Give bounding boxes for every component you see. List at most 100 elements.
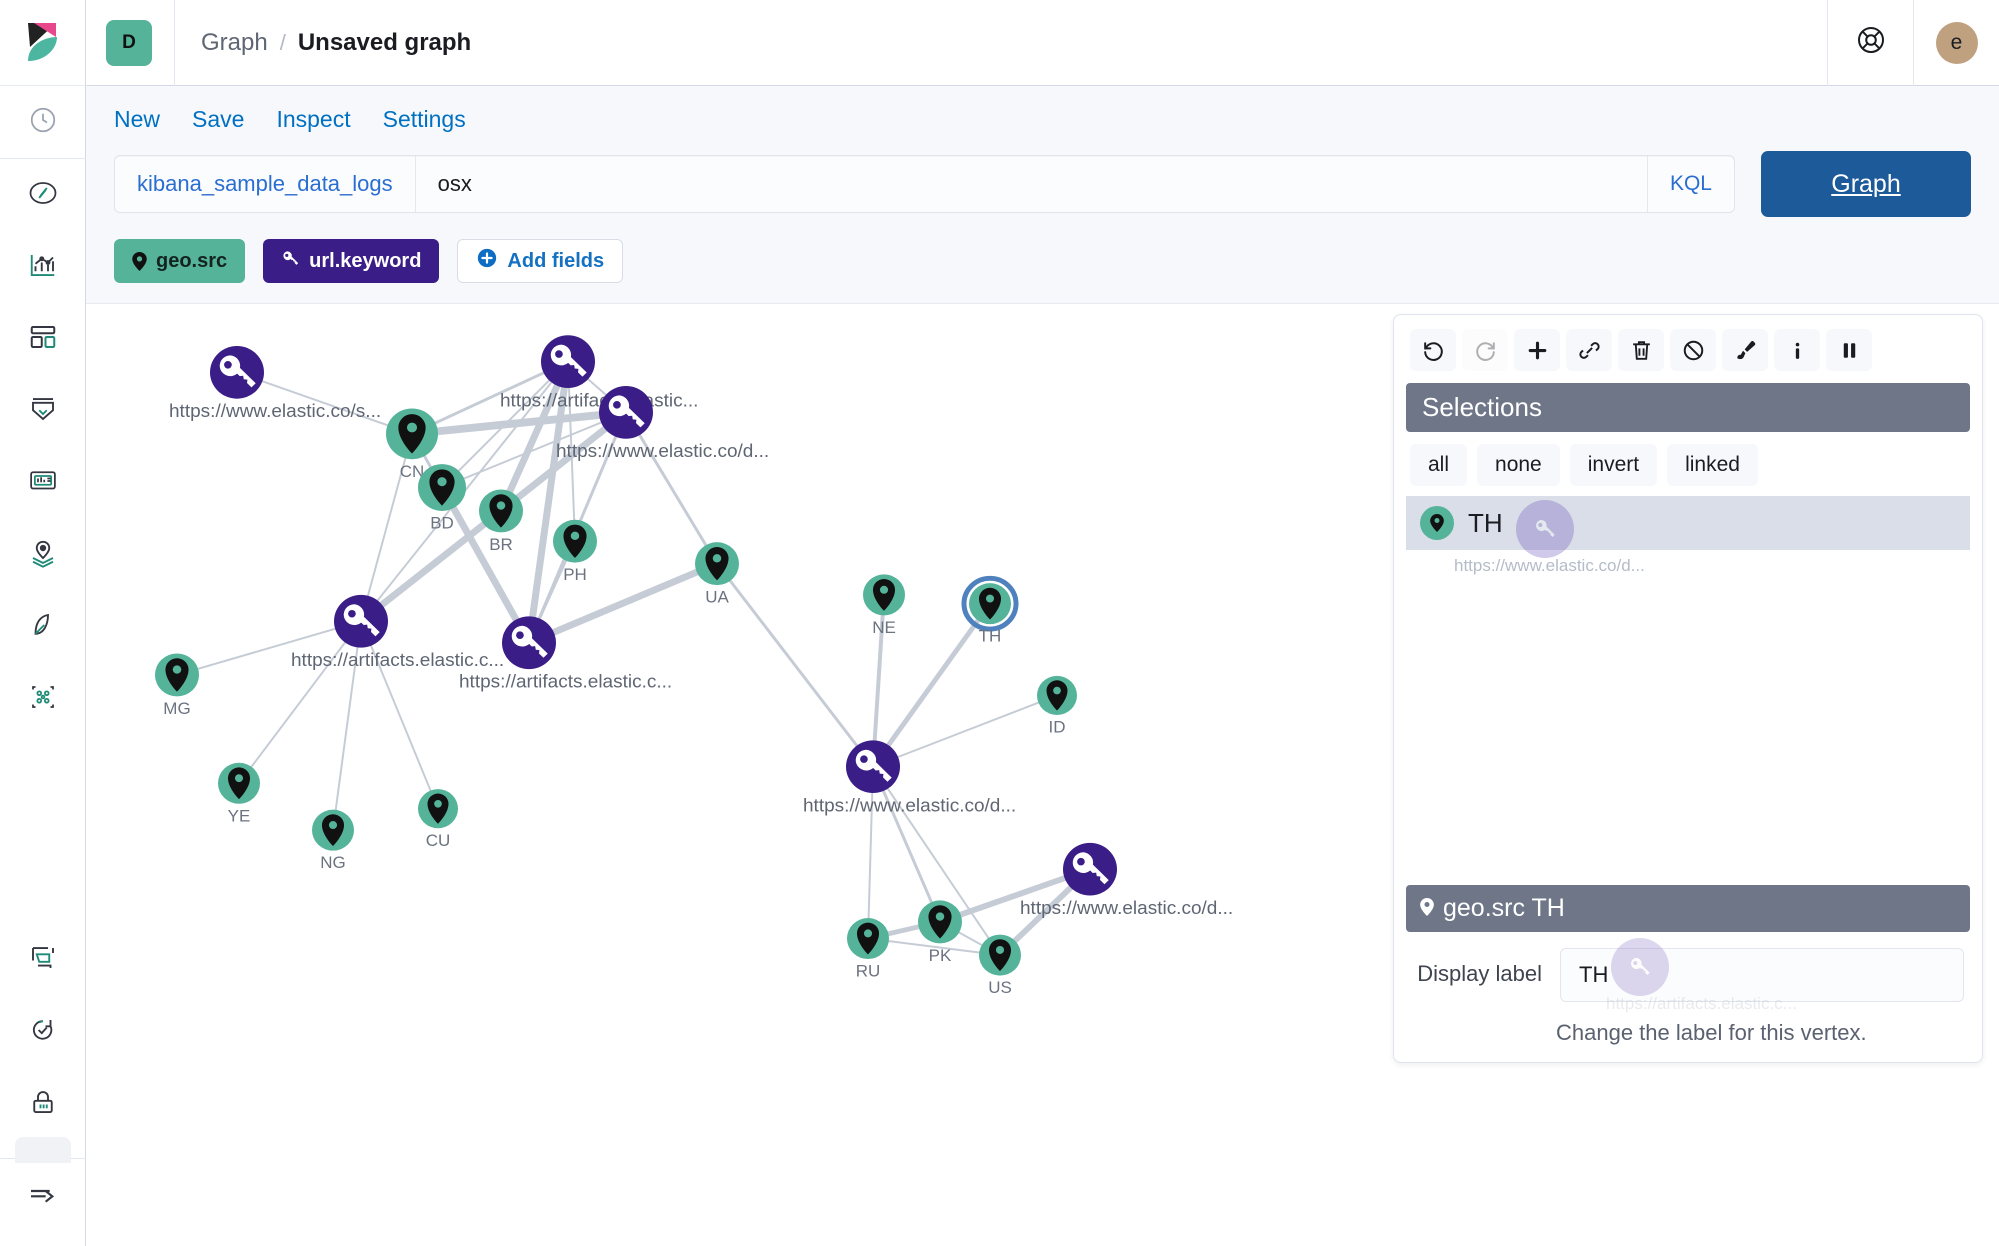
graph-node-term[interactable]: UA — [695, 542, 739, 606]
select-none-button[interactable]: none — [1477, 444, 1560, 486]
vertex-title: geo.src TH — [1443, 894, 1565, 923]
select-invert-button[interactable]: invert — [1570, 444, 1657, 486]
sidebar-item-stack-monitoring[interactable] — [0, 924, 86, 996]
user-menu-button[interactable]: e — [1913, 0, 1999, 86]
graph-toolbar-area: New Save Inspect Settings kibana_sample_… — [86, 86, 1999, 303]
node-label: https://www.elastic.co/d... — [556, 440, 769, 461]
node-label: TH — [979, 627, 1002, 646]
graph-node-term[interactable]: NG — [312, 810, 354, 873]
link-button[interactable] — [1566, 329, 1612, 371]
map-marker-layers-icon — [28, 538, 58, 573]
breadcrumb-separator: / — [280, 30, 286, 56]
graph-node-term[interactable]: MG — [155, 653, 199, 717]
field-pill-url-keyword[interactable]: url.keyword — [263, 239, 439, 283]
node-label: PH — [563, 565, 587, 584]
map-marker-hole — [571, 532, 580, 540]
sidebar-item-canvas[interactable] — [0, 375, 86, 447]
graph-node-url[interactable]: https://www.elastic.co/s... — [169, 346, 381, 421]
graph-node-term[interactable]: NE — [863, 574, 905, 637]
select-linked-button[interactable]: linked — [1667, 444, 1758, 486]
map-marker-icon — [1420, 894, 1434, 923]
search-bar: kibana_sample_data_logs KQL — [114, 155, 1735, 213]
list-item[interactable]: TH — [1406, 496, 1970, 550]
sidebar-item-maps-gallery[interactable] — [0, 447, 86, 519]
sidebar-item-graph[interactable] — [0, 663, 86, 735]
expand-selection-button[interactable] — [1514, 329, 1560, 371]
node-label: BR — [489, 535, 513, 554]
redo-button[interactable] — [1462, 329, 1508, 371]
sidebar-item-discover[interactable] — [0, 159, 86, 231]
graph-node-term[interactable]: ID — [1037, 676, 1077, 737]
rail-pill — [15, 1137, 71, 1163]
graph-node-term[interactable]: TH — [964, 578, 1016, 645]
node-label: BD — [430, 514, 454, 533]
graph-node-term[interactable]: RU — [847, 918, 889, 981]
field-pill-geo-src[interactable]: geo.src — [114, 239, 245, 283]
selection-actions: all none invert linked — [1406, 432, 1970, 496]
vertex-help-text: Change the label for this vertex. — [1406, 1006, 1970, 1046]
add-fields-button[interactable]: Add fields — [457, 239, 623, 283]
field-pills-row: geo.src url.keyword — [114, 217, 1971, 303]
graph-node-term[interactable]: BR — [479, 489, 523, 553]
kibana-logo[interactable] — [0, 0, 86, 86]
menu-item-settings[interactable]: Settings — [383, 106, 466, 133]
sidebar-item-machine-learning[interactable] — [0, 591, 86, 663]
graph-node-url[interactable]: https://artifacts.elastic... — [500, 335, 698, 410]
sidebar-item-visualize[interactable] — [0, 231, 86, 303]
node-label: https://www.elastic.co/d... — [803, 795, 1016, 816]
menu-item-inspect[interactable]: Inspect — [276, 106, 350, 133]
breadcrumb: Graph / Unsaved graph — [201, 29, 471, 57]
node-label: PK — [929, 946, 952, 965]
map-marker-hole — [864, 929, 872, 937]
space-avatar[interactable]: D — [106, 20, 152, 66]
graph-nodes-layer: https://www.elastic.co/s... https://artif… — [155, 335, 1233, 997]
collapse-nav-section — [0, 1158, 86, 1236]
info-button[interactable] — [1774, 329, 1820, 371]
map-marker-hole — [713, 554, 722, 562]
main-column: D Graph / Unsaved graph e — [86, 0, 1999, 1246]
field-pill-label: url.keyword — [309, 250, 421, 273]
help-button[interactable] — [1827, 0, 1913, 86]
sidebar-item-recently-viewed[interactable] — [0, 86, 86, 158]
search-input[interactable] — [416, 156, 1647, 212]
menu-item-new[interactable]: New — [114, 106, 160, 133]
selections-title: Selections — [1422, 392, 1542, 423]
graph-canvas[interactable]: https://www.elastic.co/s... https://artif… — [86, 303, 1999, 1246]
graph-node-term[interactable]: CU — [418, 789, 458, 850]
clock-icon — [28, 105, 58, 140]
collapse-arrow-icon[interactable] — [27, 1179, 59, 1216]
kibana-graph-app: D Graph / Unsaved graph e — [0, 0, 1999, 1246]
avatar: e — [1936, 22, 1978, 64]
monitoring-icon — [28, 943, 58, 978]
graph-edge[interactable] — [717, 564, 873, 767]
index-pattern-selector[interactable]: kibana_sample_data_logs — [115, 156, 416, 212]
map-marker-hole — [996, 946, 1004, 954]
select-all-button[interactable]: all — [1410, 444, 1467, 486]
graph-node-term[interactable]: US — [979, 935, 1021, 998]
map-marker-hole — [1053, 687, 1061, 695]
sidebar-item-security[interactable] — [0, 1068, 86, 1140]
sidebar-item-dashboard[interactable] — [0, 303, 86, 375]
header-divider — [174, 0, 175, 86]
display-label-caption: Display label — [1412, 948, 1542, 988]
undo-button[interactable] — [1410, 329, 1456, 371]
map-marker-hole — [936, 912, 945, 920]
visualize-icon — [28, 250, 58, 285]
breadcrumb-root[interactable]: Graph — [201, 29, 268, 57]
style-button[interactable] — [1722, 329, 1768, 371]
graph-node-term[interactable]: PK — [918, 900, 962, 964]
map-marker-hole — [497, 501, 506, 509]
graph-node-term[interactable]: YE — [218, 763, 260, 826]
query-language-badge[interactable]: KQL — [1647, 156, 1734, 212]
sidebar-item-maps[interactable] — [0, 519, 86, 591]
map-marker-hole — [329, 821, 337, 829]
graph-nodes-icon — [28, 682, 58, 717]
display-label-input[interactable] — [1560, 948, 1964, 1002]
menu-item-save[interactable]: Save — [192, 106, 244, 133]
pause-button[interactable] — [1826, 329, 1872, 371]
key-icon — [1516, 500, 1574, 563]
delete-button[interactable] — [1618, 329, 1664, 371]
graph-submit-button[interactable]: Graph — [1761, 151, 1971, 217]
blocklist-button[interactable] — [1670, 329, 1716, 371]
sidebar-item-snapshot-restore[interactable] — [0, 996, 86, 1068]
